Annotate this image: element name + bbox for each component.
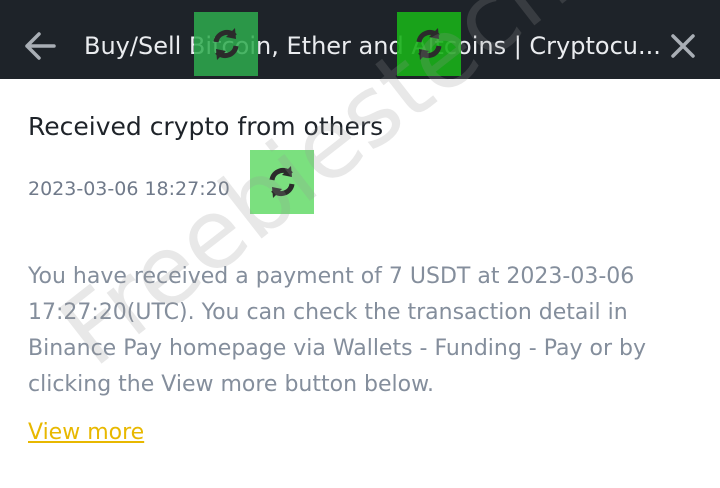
message-timestamp: 2023-03-06 18:27:20 (28, 178, 230, 200)
back-button[interactable] (14, 22, 66, 70)
close-icon (671, 34, 695, 58)
view-more-link[interactable]: View more (28, 418, 144, 448)
message-body: You have received a payment of 7 USDT at… (28, 264, 646, 397)
refresh-sticker-icon (194, 12, 258, 76)
refresh-sticker-icon (250, 150, 314, 214)
refresh-sticker-icon (397, 12, 461, 76)
page-title: Buy/Sell Bitcoin, Ether and Altcoins | C… (84, 32, 659, 60)
message-title: Received crypto from others (28, 112, 384, 141)
arrow-left-icon (25, 32, 56, 60)
app-header: Buy/Sell Bitcoin, Ether and Altcoins | C… (0, 0, 720, 79)
close-button[interactable] (660, 22, 706, 70)
